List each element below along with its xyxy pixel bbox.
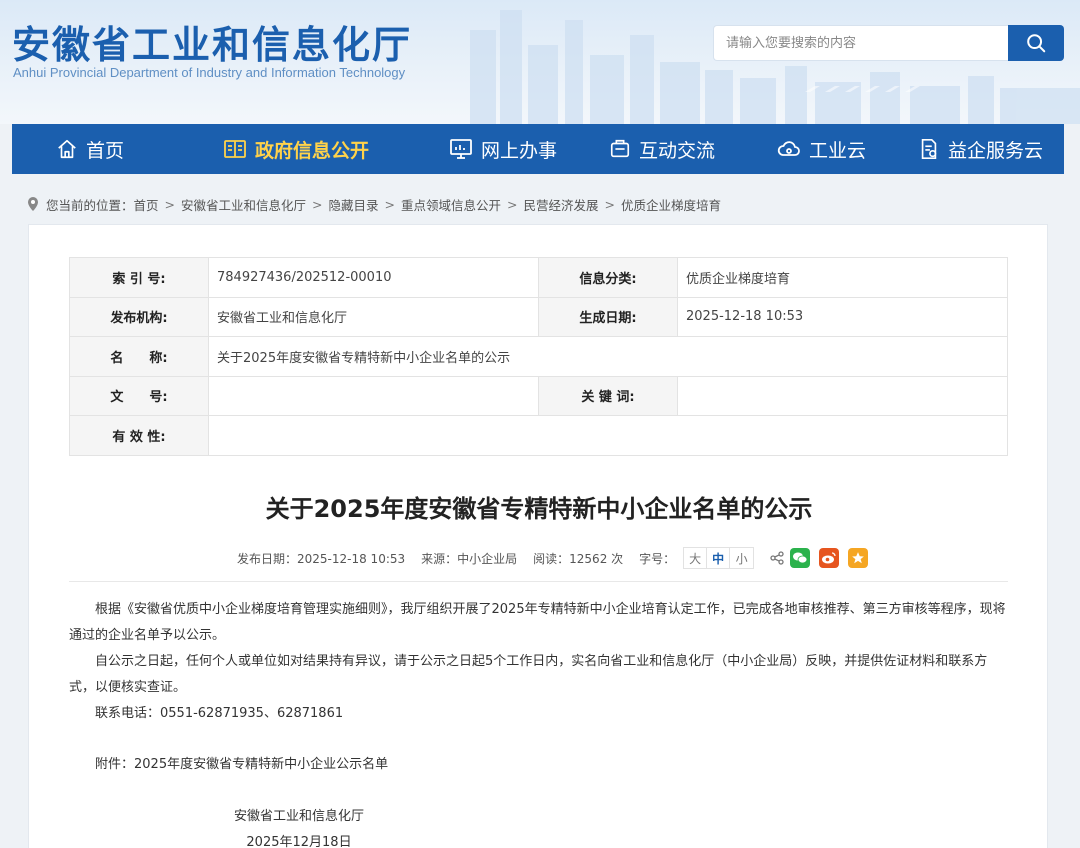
body-paragraph: 根据《安徽省优质中小企业梯度培育管理实施细则》，我厅组织开展了2025年专精特新… <box>69 602 1006 643</box>
attachment-link[interactable]: 附件：2025年度安徽省专精特新中小企业公示名单 <box>69 752 1009 778</box>
share-bar <box>770 548 869 568</box>
publisher-label: 发布机构: <box>69 296 209 337</box>
body-paragraph: 自公示之日起，任何个人或单位如对结果持有异议，请于公示之日起5个工作日内，实名向… <box>69 654 988 695</box>
main-nav: 首页 政府信息公开 网上办事 互动交流 工业云 益企服务云 <box>12 124 1064 174</box>
article-info-bar: 发布日期：2025-12-18 10:53 来源：中小企业局 阅读：12562 … <box>237 547 869 569</box>
breadcrumb: 您当前的位置： 首页 > 安徽省工业和信息化厅 > 隐藏目录 > 重点领域信息公… <box>27 194 721 214</box>
document-service-icon <box>921 139 937 159</box>
breadcrumb-separator: > <box>312 196 323 212</box>
share-weibo-button[interactable] <box>819 548 840 568</box>
search-button[interactable] <box>1008 25 1064 61</box>
validity-value <box>208 415 1008 456</box>
book-icon <box>224 140 246 158</box>
keywords-label: 关 键 词: <box>538 375 678 416</box>
breadcrumb-separator: > <box>384 196 396 212</box>
chat-box-icon <box>610 139 630 158</box>
font-size-small-button[interactable]: 小 <box>730 548 753 568</box>
breadcrumb-key-areas[interactable]: 重点领域信息公开 <box>401 195 501 214</box>
table-row: 名 称: 关于2025年度安徽省专精特新中小企业名单的公示 <box>69 336 1008 377</box>
nav-item-label: 工业云 <box>809 139 867 162</box>
nav-item-home[interactable]: 首页 <box>56 124 124 174</box>
article-body: 根据《安徽省优质中小企业梯度培育管理实施细则》，我厅组织开展了2025年专精特新… <box>69 597 1009 778</box>
favorite-star-icon <box>852 552 865 564</box>
article-title: 关于2025年度安徽省专精特新中小企业名单的公示 <box>265 495 813 523</box>
nav-item-industry-cloud[interactable]: 工业云 <box>777 124 866 174</box>
table-row: 有 效 性: <box>69 415 1008 456</box>
nav-item-label: 益企服务云 <box>948 139 1044 162</box>
contact-phone: 联系电话：0551-62871935、62871861 <box>95 706 344 721</box>
signature-date: 2025年12月18日 <box>246 835 352 848</box>
nav-item-label: 互动交流 <box>639 139 716 162</box>
article-card: 索 引 号: 784927436/202512-00010 信息分类: 优质企业… <box>28 224 1048 848</box>
breadcrumb-separator: > <box>604 196 616 212</box>
category-value: 优质企业梯度培育 <box>677 257 1008 298</box>
cloud-icon <box>777 141 800 156</box>
nav-item-label: 政府信息公开 <box>255 139 370 162</box>
nav-item-gov-info[interactable]: 政府信息公开 <box>223 124 369 174</box>
wechat-icon <box>793 552 808 564</box>
nav-item-label: 网上办事 <box>481 139 558 162</box>
breadcrumb-quality-enterprise[interactable]: 优质企业梯度培育 <box>621 195 721 214</box>
created-date-label: 生成日期: <box>538 296 678 337</box>
publisher-value: 安徽省工业和信息化厅 <box>208 296 539 337</box>
table-row: 文 号: 关 键 词: <box>69 375 1008 416</box>
table-row: 发布机构: 安徽省工业和信息化厅 生成日期: 2025-12-18 10:53 <box>69 296 1008 337</box>
index-number-value: 784927436/202512-00010 <box>208 257 539 298</box>
location-pin-icon <box>28 197 38 211</box>
document-number-label: 文 号: <box>69 375 209 416</box>
category-label: 信息分类: <box>538 257 678 298</box>
index-number-label: 索 引 号: <box>69 257 209 298</box>
search-box <box>713 25 1064 61</box>
created-date-value: 2025-12-18 10:53 <box>677 296 1008 337</box>
nav-item-online-service[interactable]: 网上办事 <box>449 124 557 174</box>
nav-item-enterprise-service-cloud[interactable]: 益企服务云 <box>918 124 1043 174</box>
article-source: 来源：中小企业局 <box>421 551 518 566</box>
document-number-value <box>208 375 539 416</box>
publish-date: 发布日期：2025-12-18 10:53 <box>237 551 406 566</box>
font-size-large-button[interactable]: 大 <box>684 548 708 568</box>
font-size-label: 字号： <box>639 551 676 566</box>
site-title[interactable]: 安徽省工业和信息化厅 <box>12 14 412 69</box>
breadcrumb-private-economy[interactable]: 民营经济发展 <box>524 195 599 214</box>
monitor-icon <box>450 139 472 159</box>
search-icon <box>1027 34 1046 53</box>
keywords-value <box>677 375 1008 416</box>
validity-label: 有 效 性: <box>69 415 209 456</box>
metadata-table: 索 引 号: 784927436/202512-00010 信息分类: 优质企业… <box>69 257 1008 456</box>
signature-organization: 安徽省工业和信息化厅 <box>233 809 364 824</box>
table-row: 索 引 号: 784927436/202512-00010 信息分类: 优质企业… <box>69 257 1008 298</box>
nav-item-label: 首页 <box>86 139 125 162</box>
breadcrumb-home[interactable]: 首页 <box>134 195 159 214</box>
font-size-switcher: 大 中 小 <box>683 547 755 569</box>
share-wechat-button[interactable] <box>790 548 811 568</box>
home-icon <box>58 139 76 159</box>
favorite-button[interactable] <box>848 548 869 568</box>
breadcrumb-hidden-directory[interactable]: 隐藏目录 <box>329 195 379 214</box>
breadcrumb-separator: > <box>507 196 518 212</box>
name-label: 名 称: <box>69 336 209 377</box>
breadcrumb-prefix: 您当前的位置： <box>46 197 134 213</box>
share-icon <box>770 551 784 565</box>
font-size-medium-button[interactable]: 中 <box>707 548 731 568</box>
breadcrumb-separator: > <box>164 196 176 212</box>
header-banner: 安徽省工业和信息化厅 Anhui Provincial Department o… <box>0 0 1080 124</box>
name-value: 关于2025年度安徽省专精特新中小企业名单的公示 <box>208 336 1008 377</box>
read-count: 阅读：12562 次 <box>533 551 624 566</box>
site-subtitle: Anhui Provincial Department of Industry … <box>13 65 406 80</box>
content-divider <box>69 581 1008 582</box>
search-input[interactable] <box>713 25 1008 61</box>
nav-item-interaction[interactable]: 互动交流 <box>609 124 715 174</box>
breadcrumb-department[interactable]: 安徽省工业和信息化厅 <box>181 195 306 214</box>
weibo-icon <box>822 552 836 564</box>
